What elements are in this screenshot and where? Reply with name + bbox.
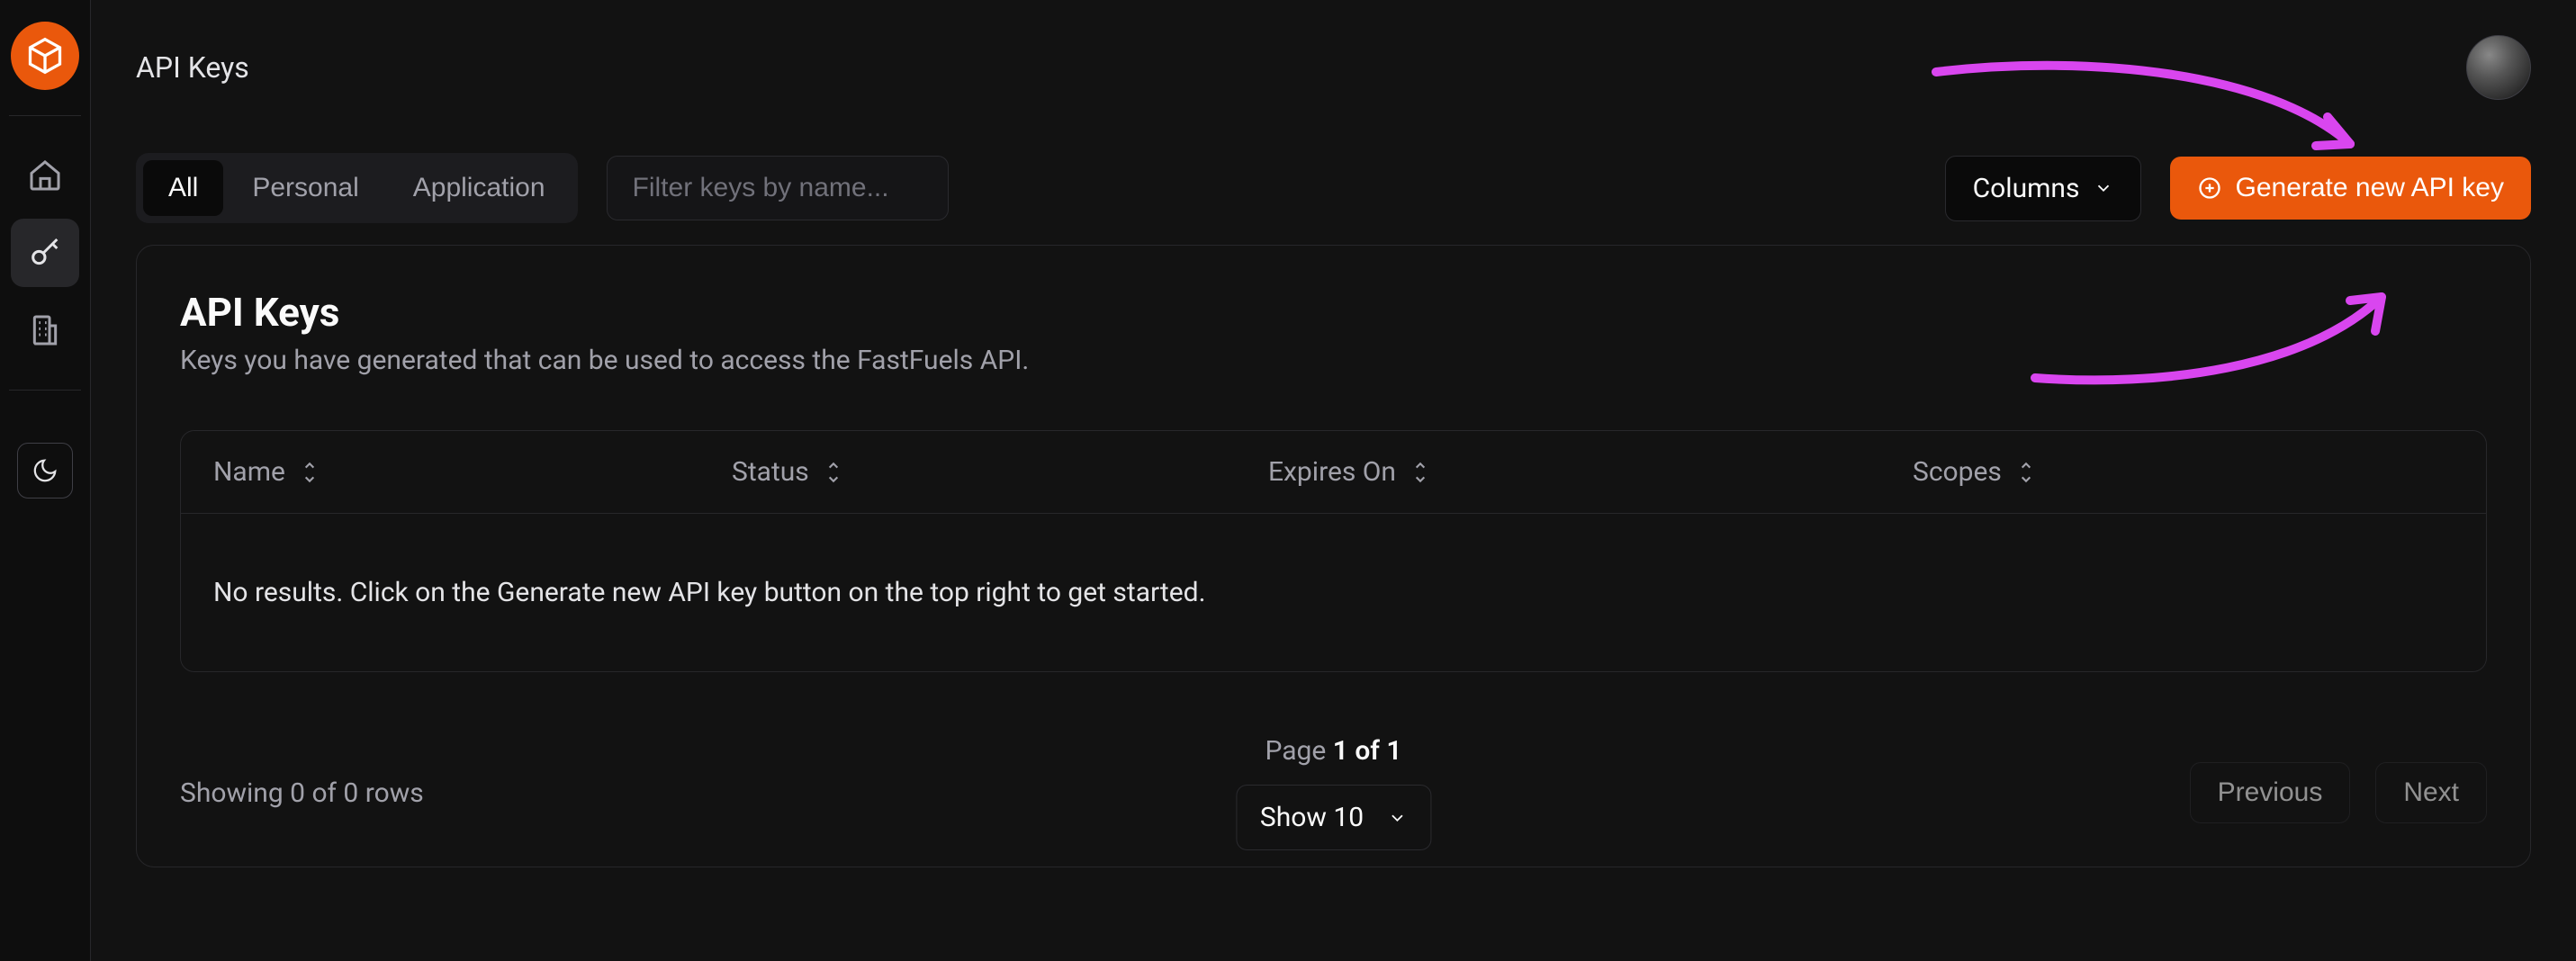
avatar[interactable] <box>2466 35 2531 100</box>
building-icon <box>27 312 63 348</box>
topbar: API Keys <box>91 0 2576 108</box>
plus-circle-icon <box>2197 175 2222 201</box>
main: API Keys All Personal Application Column… <box>91 0 2576 961</box>
column-name[interactable]: Name <box>213 456 717 488</box>
moon-icon <box>32 457 59 484</box>
column-scopes[interactable]: Scopes <box>1913 456 2454 488</box>
tab-application[interactable]: Application <box>388 160 571 216</box>
column-status[interactable]: Status <box>732 456 1254 488</box>
theme-toggle[interactable] <box>17 443 73 498</box>
table-body: No results. Click on the Generate new AP… <box>181 514 2486 671</box>
divider <box>9 115 81 116</box>
toolbar: All Personal Application Columns <box>136 153 2531 223</box>
sort-icon <box>822 461 845 484</box>
sidebar <box>0 0 91 961</box>
next-button[interactable]: Next <box>2375 762 2487 823</box>
page-info: Page 1 of 1 <box>1265 735 1401 767</box>
content: All Personal Application Columns <box>91 108 2576 961</box>
page-title: API Keys <box>136 50 249 85</box>
chevron-down-icon <box>1387 808 1407 828</box>
key-icon <box>27 235 63 271</box>
filter-tabs: All Personal Application <box>136 153 578 223</box>
filter-input[interactable] <box>607 156 949 220</box>
showing-text: Showing 0 of 0 rows <box>180 777 424 809</box>
generate-label: Generate new API key <box>2235 173 2504 203</box>
card-subtitle: Keys you have generated that can be used… <box>180 345 2487 376</box>
api-keys-table: Name Status Expires On Scopes <box>180 430 2487 672</box>
card-title: API Keys <box>180 289 2487 336</box>
empty-state: No results. Click on the Generate new AP… <box>181 514 2486 671</box>
nav-home[interactable] <box>11 141 79 210</box>
pagination-center: Page 1 of 1 Show 10 <box>1236 735 1431 850</box>
column-expires[interactable]: Expires On <box>1268 456 1898 488</box>
nav-organization[interactable] <box>11 296 79 364</box>
nav-api-keys[interactable] <box>11 219 79 287</box>
previous-button[interactable]: Previous <box>2190 762 2351 823</box>
home-icon <box>27 157 63 193</box>
tab-personal[interactable]: Personal <box>227 160 383 216</box>
app-logo[interactable] <box>11 22 79 90</box>
pagination-buttons: Previous Next <box>2190 762 2487 823</box>
table-header: Name Status Expires On Scopes <box>181 431 2486 514</box>
tab-all[interactable]: All <box>143 160 223 216</box>
sort-icon <box>2014 461 2038 484</box>
api-keys-card: API Keys Keys you have generated that ca… <box>136 245 2531 867</box>
generate-api-key-button[interactable]: Generate new API key <box>2170 157 2531 220</box>
page-size-select[interactable]: Show 10 <box>1236 785 1431 850</box>
cube-icon <box>25 36 65 76</box>
divider <box>9 390 81 391</box>
sort-icon <box>1409 461 1432 484</box>
sort-icon <box>298 461 321 484</box>
columns-button[interactable]: Columns <box>1945 156 2142 221</box>
table-footer: Showing 0 of 0 rows Page 1 of 1 Show 10 <box>180 762 2487 823</box>
columns-label: Columns <box>1973 173 2080 204</box>
chevron-down-icon <box>2094 178 2113 198</box>
